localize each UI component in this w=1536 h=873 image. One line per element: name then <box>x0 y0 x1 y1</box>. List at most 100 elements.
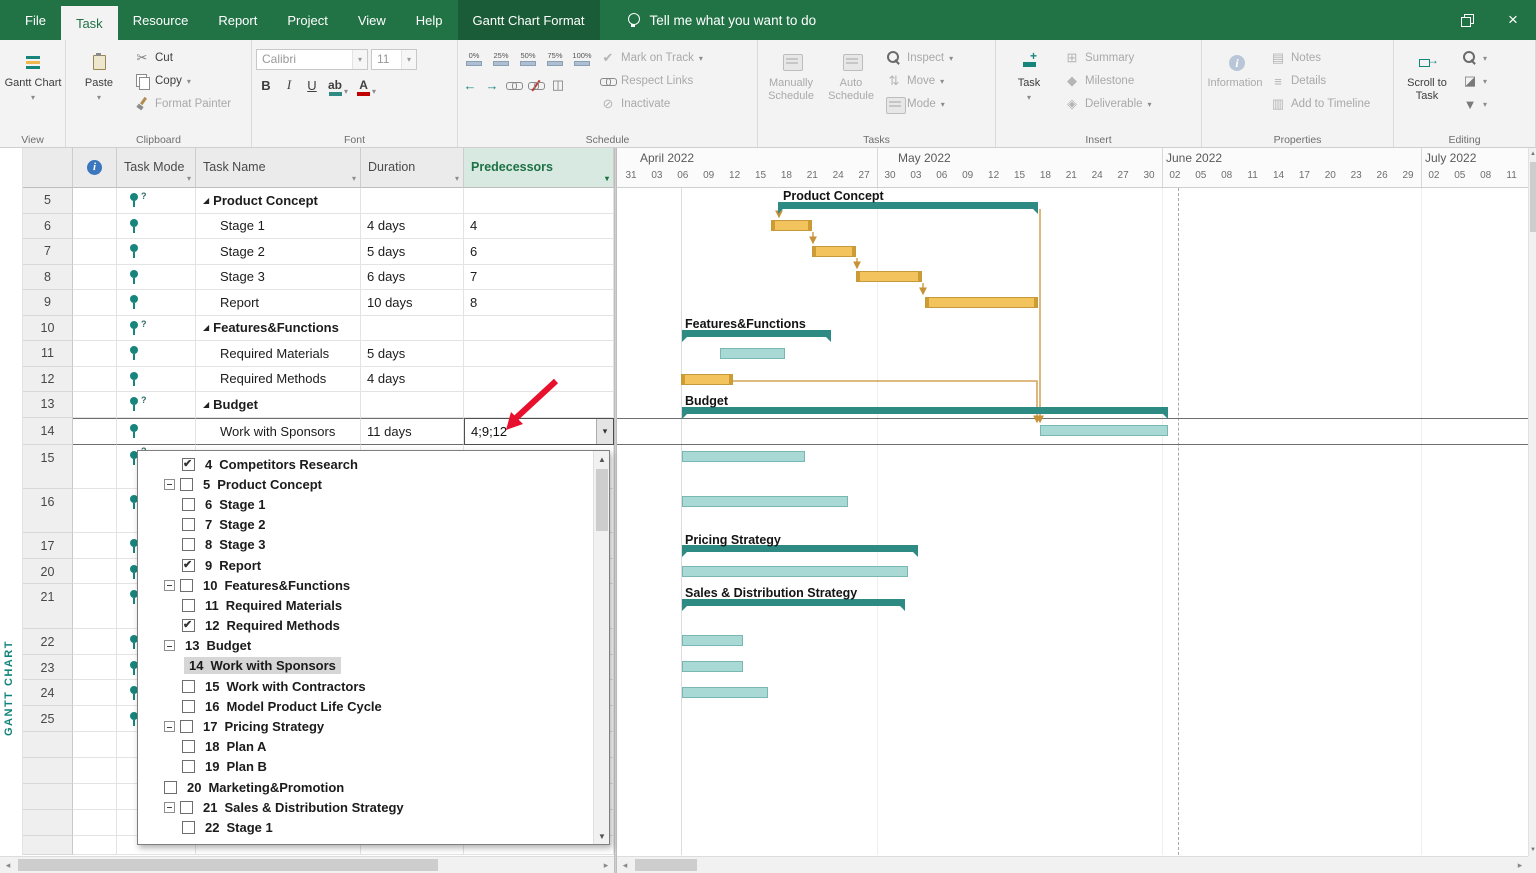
cell-predecessors[interactable]: 8 <box>464 290 614 316</box>
pane-splitter[interactable] <box>614 148 617 873</box>
button-paste[interactable]: Paste ▾ <box>70 43 128 125</box>
button-cut[interactable]: ✂ Cut <box>130 47 235 69</box>
gantt-bar-task[interactable] <box>682 687 768 698</box>
checkbox-unchecked[interactable] <box>182 497 195 511</box>
row-number-empty[interactable] <box>23 810 73 836</box>
button-scroll-to-task[interactable]: Scroll to Task <box>1398 43 1456 125</box>
scrollbar-thumb[interactable] <box>18 859 438 871</box>
gantt-bar-task[interactable] <box>1040 425 1168 436</box>
cell-task-mode[interactable]: ? <box>117 188 196 214</box>
button-move[interactable]: ⇅ Move ▾ <box>882 70 957 92</box>
button-summary[interactable]: ⊞ Summary <box>1060 47 1156 69</box>
predecessor-option-5[interactable]: 5 Product Concept <box>138 474 609 494</box>
header-task-name[interactable]: Task Name ▾ <box>196 148 361 188</box>
cell-task-name[interactable]: Report <box>196 290 361 316</box>
row-number-16[interactable]: 16 <box>23 489 73 533</box>
scroll-up-icon[interactable]: ▲ <box>1529 148 1536 160</box>
cell-predecessors[interactable] <box>464 188 614 214</box>
cell-task-name[interactable]: ◢ Budget <box>196 392 361 418</box>
cell-task-mode[interactable] <box>117 417 196 445</box>
menu-tab-view[interactable]: View <box>343 0 401 40</box>
tree-collapse-icon[interactable] <box>164 579 175 591</box>
row-number-empty[interactable] <box>23 732 73 758</box>
scroll-down-icon[interactable]: ▼ <box>594 828 609 844</box>
button-add-to-timeline[interactable]: ▥ Add to Timeline <box>1266 93 1374 115</box>
scroll-up-icon[interactable]: ▲ <box>594 451 609 467</box>
predecessor-option-21[interactable]: 21 Sales & Distribution Strategy <box>138 797 609 817</box>
predecessor-option-15[interactable]: 15 Work with Contractors <box>138 676 609 696</box>
gantt-bar-summary[interactable] <box>778 202 1038 214</box>
cell-predecessors[interactable]: 6 <box>464 239 614 265</box>
font-color-button[interactable]: A ▾ <box>354 75 379 96</box>
button-mag[interactable]: ▾ <box>1458 47 1491 69</box>
percent-complete-0[interactable]: 0% <box>462 49 486 70</box>
row-number-5[interactable]: 5 <box>23 188 73 214</box>
cell-task-name[interactable]: ◢ Features&Functions <box>196 315 361 341</box>
background-color-button[interactable]: ab ▾ <box>325 75 351 96</box>
percent-complete-25[interactable]: 25% <box>489 49 513 70</box>
checkbox-unchecked[interactable] <box>182 699 195 713</box>
cell-predecessors[interactable]: 7 <box>464 264 614 290</box>
indent-task-icon[interactable]: → <box>484 78 500 93</box>
cell-duration[interactable]: 10 days <box>361 290 464 316</box>
row-number-6[interactable]: 6 <box>23 213 73 239</box>
scroll-right-icon[interactable]: ▸ <box>598 857 614 873</box>
cell-task-mode[interactable]: ? <box>117 315 196 341</box>
cell-duration[interactable]: 6 days <box>361 264 464 290</box>
button-manually-schedule[interactable]: Manually Schedule <box>762 43 820 125</box>
dropdown-scrollbar[interactable]: ▲ ▼ <box>593 451 609 844</box>
checkbox-unchecked[interactable] <box>164 780 177 794</box>
filter-caret-icon[interactable]: ▾ <box>455 174 459 183</box>
percent-complete-75[interactable]: 75% <box>543 49 567 70</box>
cell-task-mode[interactable] <box>117 264 196 290</box>
scroll-left-icon[interactable]: ◂ <box>0 857 16 873</box>
button-mode[interactable]: Mode ▾ <box>882 93 957 115</box>
gantt-bar-task[interactable] <box>682 566 908 577</box>
predecessor-option-10[interactable]: 10 Features&Functions <box>138 575 609 595</box>
checkbox-unchecked[interactable] <box>182 598 195 612</box>
gantt-horizontal-scrollbar[interactable]: ◂ ▸ <box>617 856 1528 873</box>
row-number-11[interactable]: 11 <box>23 341 73 367</box>
cell-task-mode[interactable] <box>117 213 196 239</box>
button-notes[interactable]: ▤ Notes <box>1266 47 1374 69</box>
cell-task-mode[interactable] <box>117 341 196 367</box>
collapse-triangle-icon[interactable]: ◢ <box>203 323 209 332</box>
row-number-empty[interactable] <box>23 758 73 784</box>
cell-task-name[interactable]: Stage 2 <box>196 239 361 265</box>
menu-tab-gantt-chart-format[interactable]: Gantt Chart Format <box>457 0 600 40</box>
gantt-bar-task[interactable] <box>682 635 743 646</box>
underline-button[interactable]: U <box>302 75 322 96</box>
cell-task-name[interactable]: ◢ Product Concept <box>196 188 361 214</box>
tree-collapse-icon[interactable] <box>164 721 175 733</box>
cell-duration[interactable] <box>361 315 464 341</box>
predecessor-option-4[interactable]: 4Competitors Research <box>138 454 609 474</box>
gantt-bar-manual[interactable] <box>812 246 856 257</box>
cell-duration[interactable] <box>361 188 464 214</box>
cell-predecessors[interactable] <box>464 315 614 341</box>
header-task-mode[interactable]: Task Mode ▾ <box>117 148 196 188</box>
row-number-20[interactable]: 20 <box>23 559 73 584</box>
cell-task-name[interactable]: Required Methods <box>196 366 361 392</box>
gantt-bar-manual[interactable] <box>925 297 1038 308</box>
row-number-12[interactable]: 12 <box>23 366 73 392</box>
button-auto-schedule[interactable]: Auto Schedule <box>822 43 880 125</box>
cell-duration[interactable]: 4 days <box>361 213 464 239</box>
checkbox-checked[interactable] <box>182 457 195 471</box>
menu-tab-resource[interactable]: Resource <box>118 0 204 40</box>
cell-predecessors[interactable] <box>464 366 614 392</box>
gantt-bar-summary[interactable] <box>682 330 831 342</box>
menu-tab-help[interactable]: Help <box>401 0 458 40</box>
close-button[interactable]: × <box>1490 0 1536 40</box>
scroll-left-icon[interactable]: ◂ <box>617 857 633 873</box>
button-format-painter[interactable]: Format Painter <box>130 93 235 115</box>
table-horizontal-scrollbar[interactable]: ◂ ▸ <box>0 856 614 873</box>
cell-duration[interactable]: 4 days <box>361 366 464 392</box>
split-task-icon[interactable]: ◫ <box>550 77 566 93</box>
checkbox-unchecked[interactable] <box>182 820 195 834</box>
cell-duration[interactable]: 5 days <box>361 341 464 367</box>
button-mark-on-track[interactable]: ✔ Mark on Track ▾ <box>596 47 707 69</box>
gantt-bar-task[interactable] <box>682 661 743 672</box>
gantt-bar-manual[interactable] <box>856 271 922 282</box>
checkbox-unchecked[interactable] <box>182 679 195 693</box>
cell-duration[interactable] <box>361 392 464 418</box>
